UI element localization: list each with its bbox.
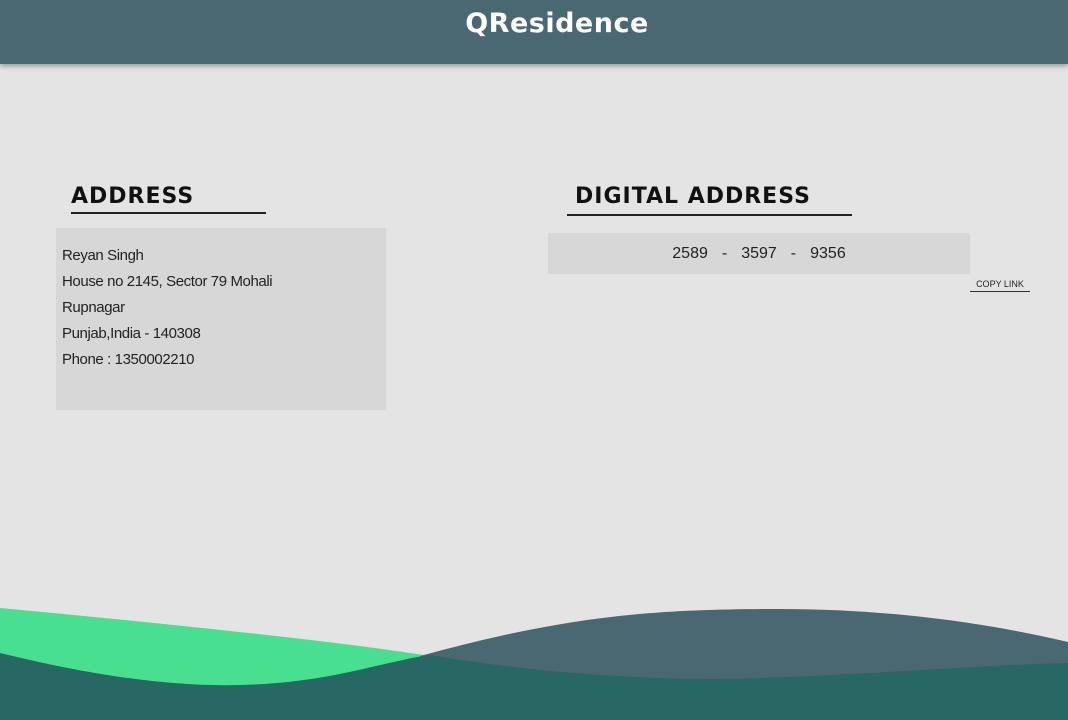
brand-title: QResidence <box>465 8 649 39</box>
address-name: Reyan Singh <box>62 247 144 264</box>
address-phone: Phone : 1350002210 <box>62 351 195 368</box>
digital-code-part-2: 3597 <box>741 244 777 262</box>
address-heading-underline <box>71 212 266 214</box>
copy-link-button[interactable]: COPY LINK <box>970 276 1030 292</box>
digital-code-separator: - <box>790 244 797 262</box>
address-heading: ADDRESS <box>71 184 195 209</box>
top-header: QResidence <box>0 0 1068 64</box>
digital-code-part-1: 2589 <box>672 244 708 262</box>
digital-code-separator: - <box>721 244 728 262</box>
digital-code-part-3: 9356 <box>810 244 846 262</box>
digital-address-heading-underline <box>567 214 852 216</box>
address-card: Reyan Singh House no 2145, Sector 79 Moh… <box>56 228 386 410</box>
address-street: House no 2145, Sector 79 Mohali <box>62 273 273 290</box>
footer-waves <box>0 608 1068 720</box>
address-city: Rupnagar <box>62 299 125 316</box>
address-state-pin: Punjab,India - 140308 <box>62 325 201 342</box>
digital-address-code: 2589 - 3597 - 9356 <box>548 233 970 274</box>
digital-address-heading: DIGITAL ADDRESS <box>575 184 811 209</box>
